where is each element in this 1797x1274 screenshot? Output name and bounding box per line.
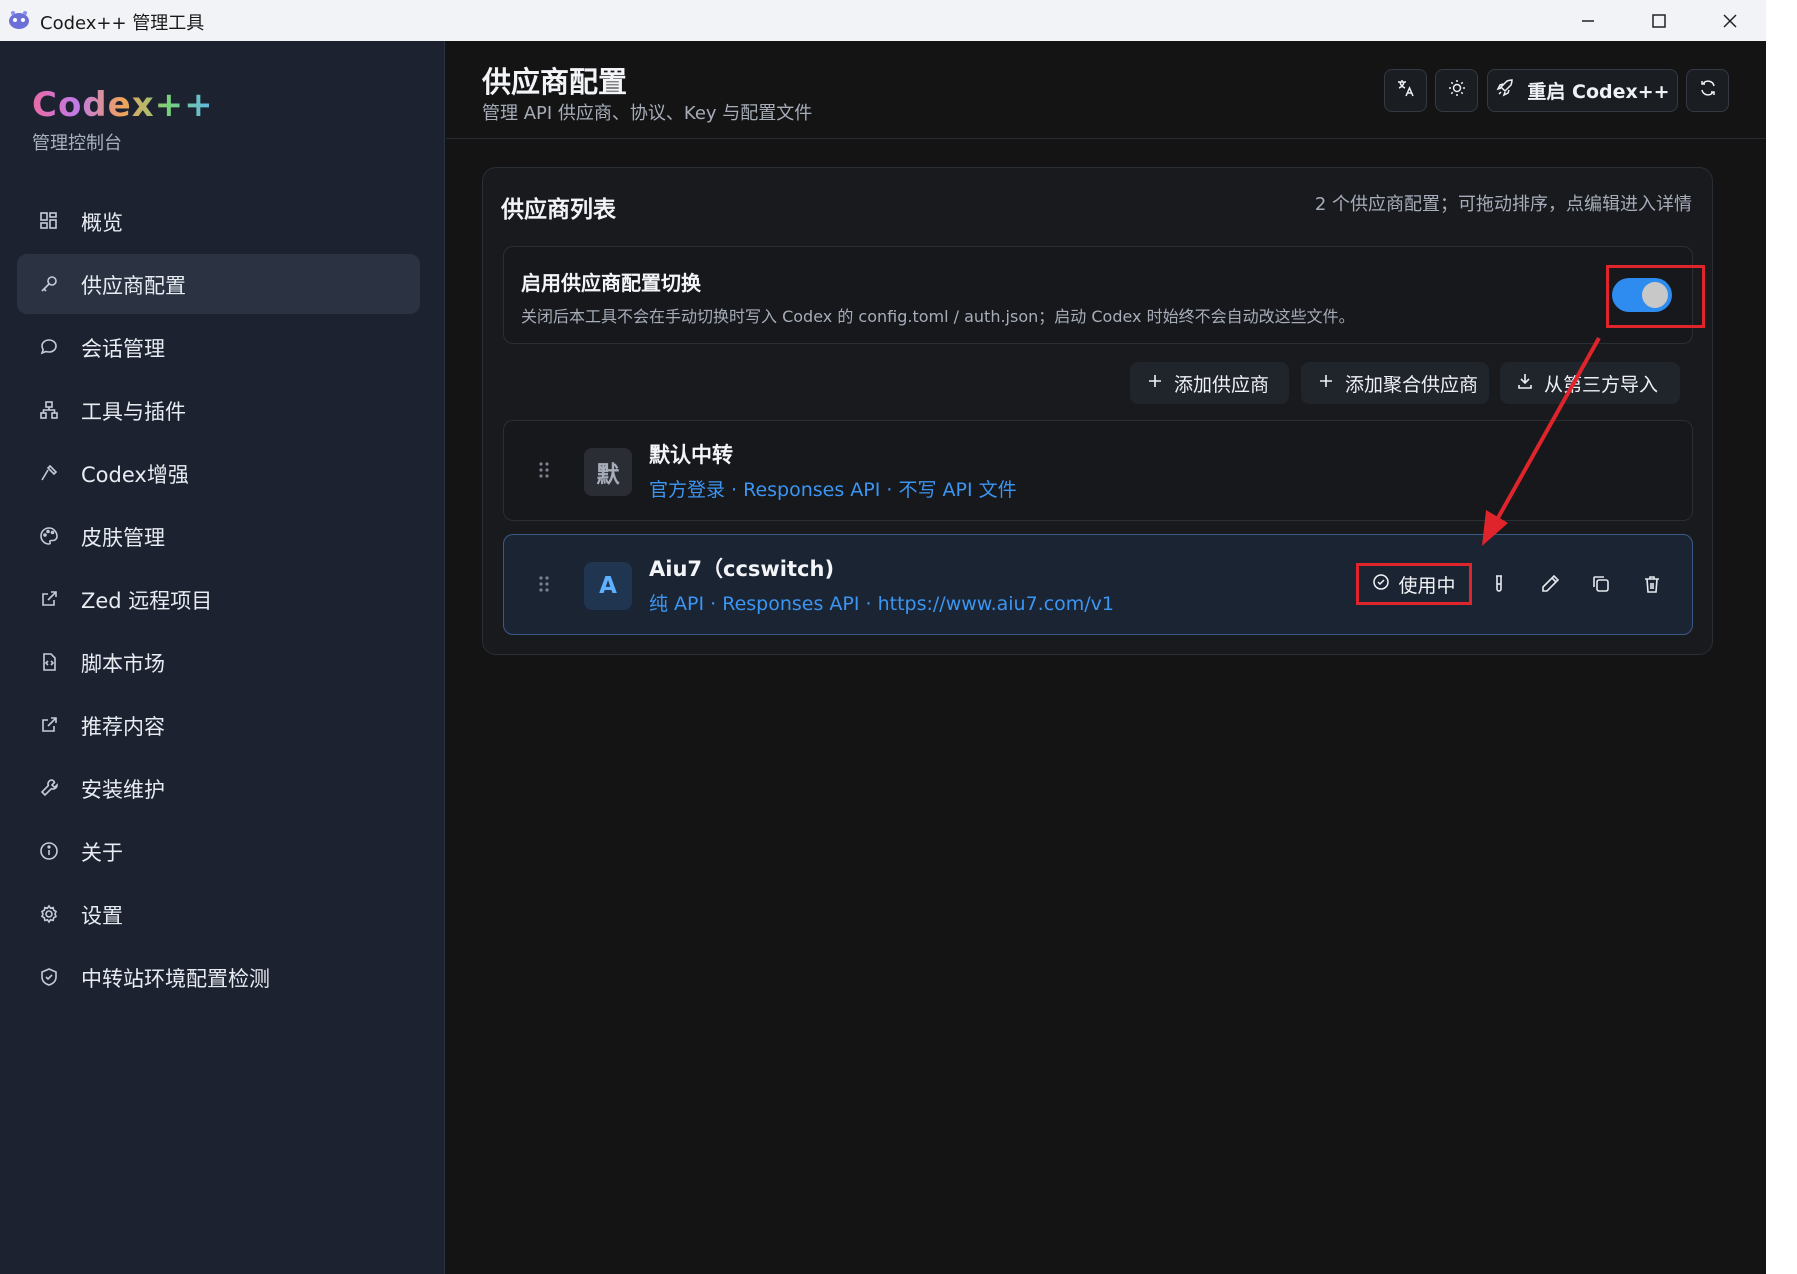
drag-handle-icon[interactable] [537, 459, 551, 481]
sidebar-item-label: 概览 [81, 211, 123, 235]
sidebar-item-label: 推荐内容 [81, 715, 165, 739]
restart-codex-button[interactable]: 重启 Codex++ [1487, 69, 1678, 112]
test-tube-icon[interactable] [1488, 573, 1510, 595]
info-icon [39, 841, 59, 861]
sidebar-item-label: 工具与插件 [81, 400, 186, 424]
trash-icon[interactable] [1641, 573, 1663, 595]
sidebar-item-label: 安装维护 [81, 778, 165, 802]
download-icon [1516, 372, 1544, 395]
provider-row[interactable]: 默 默认中转 官方登录 · Responses API · 不写 API 文件 [503, 420, 1693, 521]
key-icon [39, 274, 59, 294]
sidebar-item-skins[interactable]: 皮肤管理 [17, 506, 420, 566]
in-use-label: 使用中 [1398, 574, 1456, 597]
script-icon [39, 652, 59, 672]
toggle-description: 关闭后本工具不会在手动切换时写入 Codex 的 config.toml / a… [521, 307, 1355, 326]
app-window: Codex++ 管理工具 Codex++ 管理控制台 概览 供应商配置 会话管理… [0, 0, 1766, 1274]
gear-icon [39, 904, 59, 924]
provider-meta: 官方登录 · Responses API · 不写 API 文件 [649, 479, 1017, 501]
sidebar: Codex++ 管理控制台 概览 供应商配置 会话管理 工具与插件 Codex增… [0, 41, 445, 1274]
add-provider-button[interactable]: 添加供应商 [1130, 362, 1289, 404]
shield-check-icon [39, 967, 59, 987]
dashboard-icon [39, 211, 59, 231]
title-bar: Codex++ 管理工具 [0, 0, 1766, 41]
external-link-icon [39, 715, 59, 735]
annotation-highlight-box [1606, 265, 1705, 328]
refresh-icon [1698, 78, 1718, 103]
sidebar-item-script-market[interactable]: 脚本市场 [17, 632, 420, 692]
sidebar-item-label: 设置 [81, 904, 123, 928]
provider-name: Aiu7（ccswitch) [649, 557, 835, 581]
sidebar-item-label: 脚本市场 [81, 652, 165, 676]
network-icon [39, 400, 59, 420]
rocket-icon [1495, 78, 1515, 103]
sidebar-item-label: Zed 远程项目 [81, 589, 213, 613]
copy-icon[interactable] [1590, 573, 1612, 595]
sidebar-item-codex-enhance[interactable]: Codex增强 [17, 443, 420, 503]
window-title: Codex++ 管理工具 [40, 13, 205, 34]
provider-list-title: 供应商列表 [501, 197, 616, 223]
plus-icon [1317, 372, 1345, 395]
brand-subtitle: 管理控制台 [32, 133, 122, 154]
provider-row-active[interactable]: A Aiu7（ccswitch) 纯 API · Responses API ·… [503, 534, 1693, 635]
page-title: 供应商配置 [482, 65, 628, 99]
close-icon[interactable] [1695, 0, 1765, 41]
provider-meta: 纯 API · Responses API · https://www.aiu7… [649, 593, 1115, 615]
sidebar-item-label: 中转站环境配置检测 [81, 967, 270, 991]
app-logo-icon [8, 10, 30, 30]
page-subtitle: 管理 API 供应商、协议、Key 与配置文件 [482, 103, 813, 124]
brand-logo: Codex++ [32, 85, 214, 125]
provider-avatar: 默 [584, 448, 632, 496]
provider-name: 默认中转 [649, 443, 733, 467]
add-aggregate-provider-button[interactable]: 添加聚合供应商 [1301, 362, 1489, 404]
drag-handle-icon[interactable] [537, 573, 551, 595]
hammer-icon [39, 463, 59, 483]
sidebar-item-label: 供应商配置 [81, 274, 186, 298]
edit-icon[interactable] [1539, 573, 1561, 595]
provider-list-card: 供应商列表 2 个供应商配置；可拖动排序，点编辑进入详情 启用供应商配置切换 关… [482, 167, 1713, 655]
sidebar-item-settings[interactable]: 设置 [17, 884, 420, 944]
sidebar-item-install-maintenance[interactable]: 安装维护 [17, 758, 420, 818]
sidebar-item-about[interactable]: 关于 [17, 821, 420, 881]
sidebar-item-providers[interactable]: 供应商配置 [17, 254, 420, 314]
sidebar-item-tools[interactable]: 工具与插件 [17, 380, 420, 440]
provider-avatar: A [584, 562, 632, 610]
plus-icon [1146, 372, 1174, 395]
restart-label: 重启 Codex++ [1527, 81, 1670, 103]
palette-icon [39, 526, 59, 546]
wrench-icon [39, 778, 59, 798]
add-aggregate-label: 添加聚合供应商 [1345, 373, 1479, 396]
theme-toggle-button[interactable] [1435, 69, 1478, 112]
background-strip [1766, 0, 1797, 1274]
language-button[interactable] [1384, 69, 1427, 112]
sidebar-item-relay-check[interactable]: 中转站环境配置检测 [17, 947, 420, 1007]
import-label: 从第三方导入 [1544, 373, 1659, 396]
sun-icon [1447, 78, 1467, 103]
sidebar-nav: 概览 供应商配置 会话管理 工具与插件 Codex增强 皮肤管理 Zed 远程项… [17, 191, 420, 1010]
in-use-status-button[interactable]: 使用中 [1356, 563, 1472, 605]
main-panel: 供应商配置 管理 API 供应商、协议、Key 与配置文件 重启 Codex++… [446, 41, 1766, 1274]
import-third-party-button[interactable]: 从第三方导入 [1500, 362, 1680, 404]
provider-switch-panel: 启用供应商配置切换 关闭后本工具不会在手动切换时写入 Codex 的 confi… [503, 246, 1705, 344]
translate-icon [1396, 78, 1416, 103]
refresh-button[interactable] [1686, 69, 1729, 112]
external-link-icon [39, 589, 59, 609]
sidebar-item-label: 会话管理 [81, 337, 165, 361]
sidebar-item-zed-remote[interactable]: Zed 远程项目 [17, 569, 420, 629]
sidebar-item-label: 皮肤管理 [81, 526, 165, 550]
provider-list-hint: 2 个供应商配置；可拖动排序，点编辑进入详情 [1314, 194, 1692, 215]
sidebar-item-overview[interactable]: 概览 [17, 191, 420, 251]
chat-icon [39, 337, 59, 357]
sidebar-item-recommended[interactable]: 推荐内容 [17, 695, 420, 755]
add-provider-label: 添加供应商 [1174, 373, 1270, 396]
sidebar-item-label: Codex增强 [81, 463, 189, 487]
check-circle-icon [1372, 573, 1398, 596]
page-header: 供应商配置 管理 API 供应商、协议、Key 与配置文件 重启 Codex++ [446, 41, 1766, 139]
sidebar-item-label: 关于 [81, 841, 123, 865]
sidebar-item-sessions[interactable]: 会话管理 [17, 317, 420, 377]
maximize-icon[interactable] [1624, 0, 1694, 41]
minimize-icon[interactable] [1553, 0, 1623, 41]
toggle-title: 启用供应商配置切换 [521, 271, 701, 295]
